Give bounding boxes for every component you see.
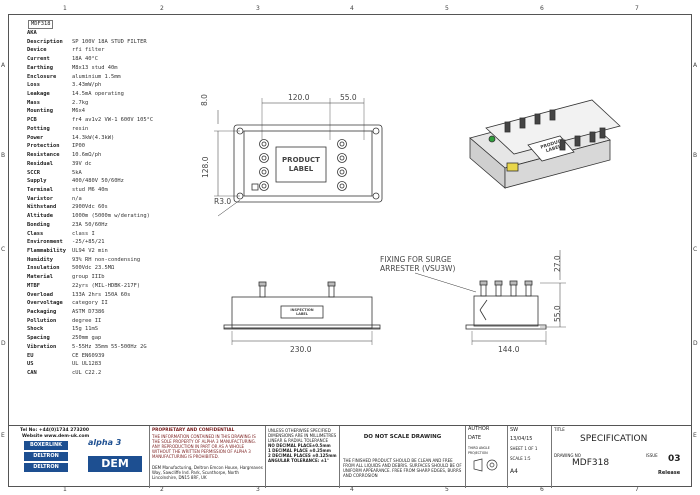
surge-arrester-note: FIXING FOR SURGE ARRESTER (VSU3W)	[380, 255, 455, 273]
dem-logo: DEM	[88, 456, 142, 472]
dim-radius: R3.0	[214, 197, 232, 206]
sheet-value: SHEET 1 OF 1	[510, 446, 538, 451]
product-label-text: PRODUCT LABEL	[282, 156, 320, 174]
title-label: TITLE	[554, 427, 565, 432]
proprietary-title: PROPRIETARY AND CONFIDENTIAL	[152, 428, 235, 433]
tolerance-cell: UNLESS OTHERWISE SPECIFIED DIMENSIONS AR…	[266, 426, 340, 488]
notes-cell: DO NOT SCALE DRAWING THE FINISHED PRODUC…	[340, 426, 466, 488]
issue-number: 03	[668, 454, 681, 464]
product-label-line-1: PRODUCT	[282, 156, 320, 164]
date-label: DATE	[468, 435, 482, 441]
surge-note-line-2: ARRESTER (VSU3W)	[380, 264, 456, 273]
dim-width-top: 120.0	[288, 93, 310, 102]
author-label: AUTHOR	[468, 426, 490, 432]
proprietary-text: THE INFORMATION CONTAINED IN THIS DRAWIN…	[152, 434, 257, 459]
paper-size: A4	[510, 468, 518, 475]
author-labels-cell: AUTHOR DATE THIRD ANGLE PROJECTION	[466, 426, 508, 488]
title-block: Tel No: +44(0)1734 273200 Website www.de…	[8, 425, 692, 488]
product-label-line-2: LABEL	[288, 165, 314, 173]
release-status: Release	[658, 470, 681, 476]
dim-offset-right: 55.0	[340, 93, 357, 102]
alpha3-logo: alpha 3	[88, 438, 122, 447]
deltron-logo-1: DELTRON	[24, 452, 68, 461]
deltron-logo-2: DELTRON	[24, 463, 68, 472]
tolerance-angular: ANGULAR TOLERANCE: ±1°	[268, 458, 329, 463]
company-cell: Tel No: +44(0)1734 273200 Website www.de…	[8, 426, 150, 488]
drawing-title: SPECIFICATION	[580, 434, 648, 444]
third-angle-projection-icon	[473, 458, 498, 472]
boxerlink-logo: BOXERLINK	[24, 441, 68, 450]
dim-offset-left: 8.0	[200, 94, 209, 106]
side-view-body	[473, 295, 539, 327]
finish-note: THE FINISHED PRODUCT SHOULD BE CLEAN AND…	[343, 458, 462, 478]
title-cell: TITLE SPECIFICATION DRAWING NO MDF318 IS…	[552, 426, 692, 488]
dim-depth-side: 144.0	[498, 345, 520, 354]
earth-stud-green	[488, 135, 496, 143]
warning-sticker	[506, 162, 519, 172]
company-website: Website www.dem-uk.com	[22, 434, 90, 439]
dim-height-side-body: 55.0	[553, 305, 562, 322]
scale-value: SCALE 1:5	[510, 456, 531, 461]
proprietary-cell: PROPRIETARY AND CONFIDENTIAL THE INFORMA…	[150, 426, 266, 488]
dim-height-side: 128.0	[201, 156, 210, 178]
do-not-scale: DO NOT SCALE DRAWING	[363, 434, 442, 440]
surge-note-line-1: FIXING FOR SURGE	[380, 255, 452, 264]
drawing-number: MDF318	[572, 458, 610, 468]
side-view-studs	[479, 280, 533, 297]
dim-height-side-top: 27.0	[553, 255, 562, 272]
author-values-cell: SW 13/04/15 SHEET 1 OF 1 SCALE 1:5 A4	[508, 426, 552, 488]
drawing-sheet: 1 2 3 4 5 6 7 1 2 3 4 5 6 7 A B C D E A …	[0, 0, 700, 495]
issue-label: ISSUE	[646, 453, 658, 458]
projection-label: THIRD ANGLE PROJECTION	[468, 446, 490, 455]
author-value: SW	[510, 427, 519, 433]
company-address: DEM Manufacturing, Deltron Emcon House, …	[152, 465, 263, 480]
front-view-studs	[258, 281, 336, 298]
drawing-views	[214, 98, 621, 345]
dim-width-front: 230.0	[290, 345, 312, 354]
date-value: 13/04/15	[510, 436, 533, 442]
inspection-label-text: INSPECTION LABEL	[283, 308, 321, 316]
company-tel: Tel No: +44(0)1734 273200	[20, 428, 90, 433]
inspection-label-line-2: LABEL	[296, 312, 308, 316]
tolerance-header: UNLESS OTHERWISE SPECIFIED DIMENSIONS AR…	[268, 428, 337, 443]
